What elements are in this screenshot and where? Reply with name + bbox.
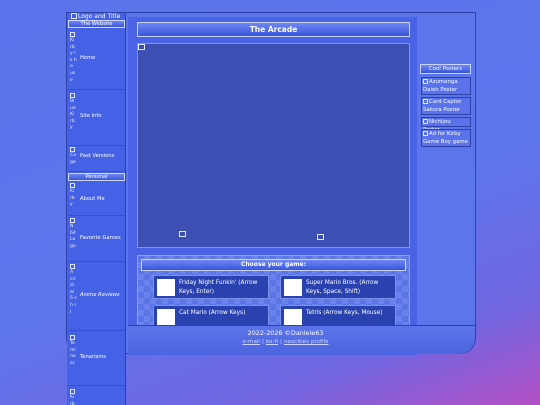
broken-image-icon: [138, 44, 145, 50]
poster-link[interactable]: Ad for Kirby Game Boy game: [421, 129, 471, 147]
broken-image-icon: [423, 99, 428, 104]
broken-image-icon: [70, 218, 75, 223]
game-title: Super Mario Bros. (Arrow Keys, Space, Sh…: [306, 280, 379, 295]
sidebar-item-past-versions[interactable]: Ca ge Past Versions: [68, 147, 125, 172]
game-card[interactable]: Super Mario Bros. (Arrow Keys, Space, Sh…: [280, 275, 396, 299]
site-logo[interactable]: Logo and Title: [71, 13, 127, 20]
footer-separator: |: [261, 339, 264, 345]
broken-image-icon: [423, 79, 428, 84]
logo-alt-text: Logo and Title: [78, 13, 121, 20]
broken-image-icon: [70, 335, 75, 340]
poster-link[interactable]: Azumanga Daioh Poster: [421, 77, 471, 95]
broken-image-icon: [71, 13, 77, 19]
game-thumbnail: [284, 309, 302, 326]
sidebar-item-about-me[interactable]: Ki rb y About Me: [68, 182, 125, 216]
blue-kirby-icon: Bl ue Ki rb y: [70, 93, 77, 132]
game-title: Cat Mario (Arrow Keys): [179, 310, 246, 316]
broken-image-icon: [70, 183, 75, 188]
sidebar-item-label: Favorite Games: [80, 235, 121, 241]
sidebar-item-home[interactable]: Ki rb y rs ho us e Home: [68, 30, 125, 90]
broken-image-icon: [70, 93, 75, 98]
footer-links: e-mail | ko-fi | neocities profile: [128, 339, 443, 345]
sidebar-heading-the-website: The Website: [68, 20, 125, 28]
neocities-profile-link[interactable]: neocities profile: [284, 339, 329, 345]
game-frame[interactable]: [137, 43, 410, 248]
broken-image-icon: [70, 264, 75, 269]
poster-link[interactable]: Card Captor Sakura Poster: [421, 97, 471, 115]
n64-logo-icon: N 64 Lo go: [70, 218, 77, 250]
broken-image-icon: [423, 131, 428, 136]
poster-label: Card Captor Sakura Poster: [423, 99, 462, 113]
broken-image-icon: [423, 119, 428, 124]
footer-copyright: 2022-2026 ©Daniele63: [247, 329, 324, 337]
game-chooser-heading: Choose your game:: [141, 259, 406, 271]
poster-label: Azumanga Daioh Poster: [423, 79, 458, 93]
sidebar-item-label: Site Info: [80, 113, 102, 119]
kirby-icon: Ki rb y: [70, 183, 77, 209]
sidebar-item-site-info[interactable]: Bl ue Ki rb y Site Info: [68, 91, 125, 146]
game-title: Friday Night Funkin' (Arrow Keys, Enter): [179, 280, 258, 295]
sidebar-item-favorite-games[interactable]: N 64 Lo go Favorite Games: [68, 217, 125, 262]
sidebar-item-anime-reviews[interactable]: A cri st al 5 ch ri Anime Reviews: [68, 263, 125, 331]
broken-image-icon: [70, 147, 75, 152]
cage-icon: Ca ge: [70, 147, 77, 166]
sidebar-item-label: Anime Reviews: [80, 292, 120, 298]
cool-posters-heading: Cool Posters: [420, 64, 471, 74]
broken-image-icon: [70, 389, 75, 394]
home-icon: Ki rb y rs ho us e: [70, 32, 77, 84]
broken-image-icon: [70, 32, 75, 37]
game-thumbnail: [157, 279, 175, 296]
game-thumbnail: [284, 279, 302, 296]
sidebar-item-label: Home: [80, 55, 96, 61]
broken-image-icon: [317, 234, 324, 240]
email-link[interactable]: e-mail: [243, 339, 260, 345]
sidebar-item-tenarisms[interactable]: Te mi ne ss Tenarisms: [68, 332, 125, 386]
broken-image-icon: [179, 231, 186, 237]
game-thumbnail: [157, 309, 175, 326]
game-card[interactable]: Friday Night Funkin' (Arrow Keys, Enter): [153, 275, 269, 299]
anime-icon: A cri st al 5 ch ri: [70, 264, 77, 316]
sidebar-item-label: About Me: [80, 196, 105, 202]
poster-label: Ad for Kirby Game Boy game: [423, 131, 468, 145]
footer-separator: |: [279, 339, 282, 345]
kofi-link[interactable]: ko-fi: [266, 339, 278, 345]
tenarisms-icon: Te mi ne ss: [70, 335, 77, 367]
sidebar-item-extra[interactable]: Ki rb y: [68, 387, 125, 405]
sidebar-item-label: Past Versions: [80, 153, 115, 159]
page-title: The Arcade: [137, 22, 410, 37]
game-title: Tetris (Arrow Keys, Mouse): [306, 310, 383, 316]
sidebar-heading-personal: Personal: [68, 173, 125, 181]
poster-link[interactable]: Nichijou Poster: [421, 117, 471, 133]
sidebar-item-label: Tenarisms: [80, 354, 106, 360]
kirby-icon: Ki rb y: [70, 389, 77, 405]
